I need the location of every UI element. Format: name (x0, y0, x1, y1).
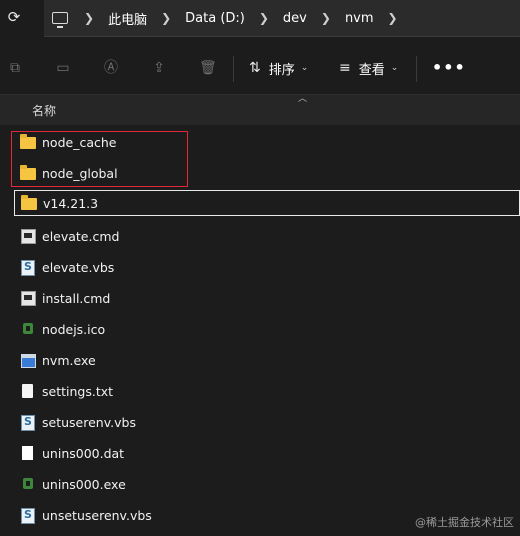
list-item[interactable]: elevate.cmd (14, 221, 520, 251)
cmd-file-icon (21, 291, 36, 306)
command-bar: ⧉ ▭ Ⓐ ⇪ 🗑 ⇅ 排序 ⌄ ≡ 查看 ⌄ ••• (0, 44, 520, 94)
file-name: nvm.exe (42, 352, 96, 368)
list-item[interactable]: elevate.vbs (14, 252, 520, 282)
breadcrumb-drive[interactable]: Data (D:) (185, 11, 245, 26)
text-file-icon (22, 384, 33, 398)
folder-icon (20, 165, 36, 180)
sort-button[interactable]: ⇅ 排序 ⌄ (249, 58, 308, 78)
chevron-right-icon[interactable]: ❯ (161, 11, 171, 25)
breadcrumb-nvm[interactable]: nvm (345, 11, 374, 26)
share-icon[interactable]: ⇪ (151, 60, 167, 76)
delete-icon[interactable]: 🗑 (199, 60, 217, 76)
nodejs-icon (23, 478, 33, 489)
copy-icon[interactable]: ⧉ (7, 60, 23, 76)
column-name[interactable]: 名称 (32, 102, 56, 119)
more-options-icon[interactable]: ••• (432, 58, 466, 77)
watermark: @稀土掘金技术社区 (415, 516, 514, 529)
vbs-file-icon (21, 260, 35, 276)
list-item[interactable]: setuserenv.vbs (14, 407, 520, 437)
sort-label: 排序 (268, 62, 295, 78)
file-name: unins000.dat (42, 445, 125, 461)
list-item[interactable]: node_cache (14, 127, 520, 157)
vbs-file-icon (21, 415, 35, 431)
paste-icon[interactable]: ▭ (55, 60, 71, 76)
rename-icon[interactable]: Ⓐ (103, 60, 119, 76)
exe-file-icon (21, 354, 36, 368)
file-name: node_cache (42, 134, 117, 150)
file-name: settings.txt (42, 383, 114, 399)
toolbar-divider (233, 56, 234, 82)
file-name: install.cmd (42, 290, 111, 306)
list-item[interactable]: node_global (14, 158, 520, 188)
file-name: v14.21.3 (43, 195, 99, 211)
breadcrumb[interactable]: ❯ 此电脑 ❯ Data (D:) ❯ dev ❯ nvm ❯ (44, 0, 520, 37)
sort-ascending-icon: ︿ (298, 94, 308, 104)
this-pc-icon[interactable] (52, 12, 68, 28)
breadcrumb-dev[interactable]: dev (283, 11, 307, 26)
nodejs-icon (23, 323, 33, 334)
file-name: unins000.exe (42, 476, 126, 492)
dat-file-icon (22, 446, 33, 460)
chevron-right-icon[interactable]: ❯ (259, 11, 269, 25)
refresh-icon[interactable]: ⟳ (6, 8, 22, 26)
list-item[interactable]: unins000.exe (14, 469, 520, 499)
toolbar-divider (416, 56, 417, 82)
file-name: node_global (42, 165, 118, 181)
address-bar: ⟳ ❯ 此电脑 ❯ Data (D:) ❯ dev ❯ nvm ❯ (0, 0, 520, 38)
file-name: elevate.vbs (42, 259, 115, 275)
file-name: unsetuserenv.vbs (42, 507, 152, 523)
chevron-down-icon: ⌄ (390, 63, 399, 73)
list-item[interactable]: nvm.exe (14, 345, 520, 375)
column-header: ︿ 名称 (0, 94, 520, 125)
cmd-file-icon (21, 229, 36, 244)
view-icon: ≡ (339, 60, 351, 76)
list-item[interactable]: nodejs.ico (14, 314, 520, 344)
list-item[interactable]: install.cmd (14, 283, 520, 313)
file-name: elevate.cmd (42, 228, 120, 244)
folder-icon (21, 195, 37, 210)
sort-icon: ⇅ (249, 60, 261, 76)
list-item[interactable]: v14.21.3 (14, 190, 520, 216)
file-name: setuserenv.vbs (42, 414, 136, 430)
list-item[interactable]: unins000.dat (14, 438, 520, 468)
file-name: nodejs.ico (42, 321, 106, 337)
list-item[interactable]: settings.txt (14, 376, 520, 406)
folder-icon (20, 134, 36, 149)
vbs-file-icon (21, 508, 35, 524)
view-button[interactable]: ≡ 查看 ⌄ (339, 58, 398, 78)
chevron-right-icon[interactable]: ❯ (321, 11, 331, 25)
chevron-down-icon: ⌄ (300, 63, 309, 73)
chevron-right-icon[interactable]: ❯ (388, 11, 398, 25)
view-label: 查看 (358, 62, 385, 78)
breadcrumb-this-pc[interactable]: 此电脑 (108, 9, 147, 28)
chevron-right-icon[interactable]: ❯ (84, 11, 94, 25)
